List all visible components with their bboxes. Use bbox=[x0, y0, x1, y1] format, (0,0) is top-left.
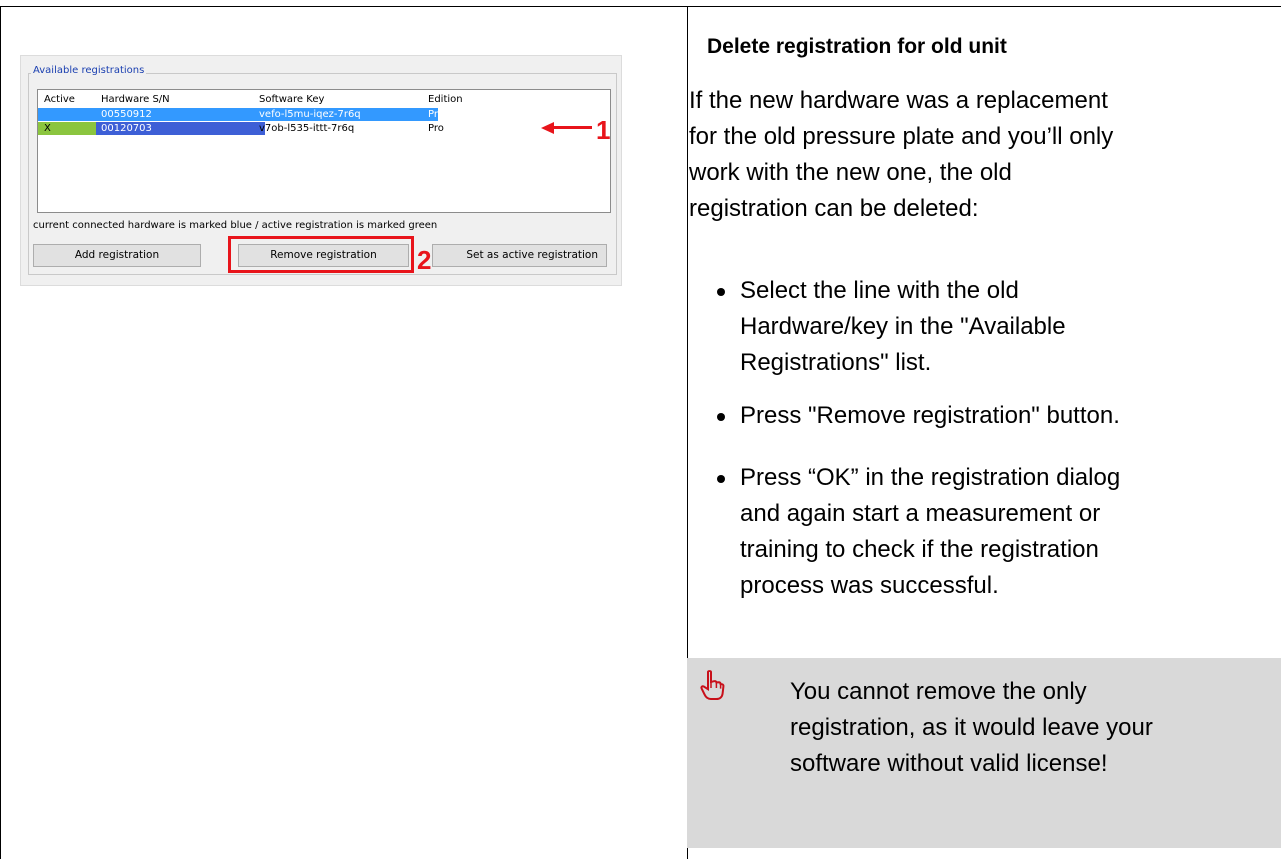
bullet-line: Select the line with the old bbox=[740, 277, 1019, 304]
row-software-key: v7ob-l535-ittt-7r6q bbox=[259, 123, 355, 134]
remove-button-highlight bbox=[228, 236, 414, 273]
column-header-edition[interactable]: Edition bbox=[428, 93, 463, 106]
list-row-selected[interactable]: 00550912 vefo-l5mu-iqez-7r6q Pro bbox=[38, 108, 444, 121]
step-marker-1: 1 bbox=[596, 115, 611, 145]
row-hardware-sn: 00120703 bbox=[96, 122, 265, 135]
intro-line: work with the new one, the old bbox=[689, 159, 1012, 186]
note-line: You cannot remove the only bbox=[790, 678, 1087, 705]
bullet-line: Registrations" list. bbox=[740, 349, 932, 376]
list-item: Press "Remove registration" button. bbox=[689, 398, 1120, 434]
annotation-arrow-icon bbox=[541, 122, 554, 134]
list-header: Active Hardware S/N Software Key Edition bbox=[38, 93, 610, 106]
color-legend-hint: current connected hardware is marked blu… bbox=[33, 220, 438, 231]
set-active-registration-button[interactable]: Set as active registration bbox=[432, 244, 607, 267]
step-marker-2: 2 bbox=[417, 245, 432, 275]
bullet-line: Hardware/key in the "Available bbox=[740, 313, 1066, 340]
page-border-left bbox=[0, 6, 1, 859]
bullet-line: training to check if the registration bbox=[740, 536, 1099, 563]
intro-line: for the old pressure plate and you’ll on… bbox=[689, 123, 1114, 150]
list-row-active[interactable]: X 00120703 v7ob-l535-ittt-7r6q Pro bbox=[38, 122, 444, 135]
bullet-icon bbox=[717, 475, 725, 483]
row-active-cell: X bbox=[38, 122, 96, 135]
annotation-arrow-shaft bbox=[552, 126, 592, 129]
row-edition: Pro bbox=[428, 123, 444, 134]
row-edition: Pro bbox=[428, 109, 444, 120]
note-line: registration, as it would leave your bbox=[790, 714, 1153, 741]
registrations-list[interactable]: Active Hardware S/N Software Key Edition… bbox=[37, 89, 611, 213]
intro-paragraph: If the new hardware was a replacement fo… bbox=[689, 83, 1269, 227]
intro-line: registration can be deleted: bbox=[689, 195, 979, 222]
note-line: software without valid license! bbox=[790, 750, 1108, 777]
bullet-line: process was successful. bbox=[740, 572, 999, 599]
bullet-line: Press "Remove registration" button. bbox=[740, 402, 1120, 429]
bullet-icon bbox=[717, 288, 725, 296]
row-hardware-sn: 00550912 bbox=[101, 109, 152, 120]
list-item: Press “OK” in the registration dialog an… bbox=[689, 460, 1120, 604]
note-text: You cannot remove the only registration,… bbox=[790, 674, 1153, 782]
bullet-icon bbox=[717, 413, 725, 421]
bullet-line: Press “OK” in the registration dialog bbox=[740, 464, 1121, 491]
column-header-software-key[interactable]: Software Key bbox=[259, 93, 324, 106]
page-border-top bbox=[0, 6, 1281, 7]
column-header-hardware-sn[interactable]: Hardware S/N bbox=[96, 93, 170, 106]
group-title: Available registrations bbox=[31, 65, 147, 77]
note-box: You cannot remove the only registration,… bbox=[687, 658, 1281, 848]
bullet-line: and again start a measurement or bbox=[740, 500, 1101, 527]
section-heading: Delete registration for old unit bbox=[707, 35, 1007, 58]
intro-line: If the new hardware was a replacement bbox=[689, 87, 1108, 114]
pointing-hand-icon bbox=[700, 670, 725, 700]
add-registration-button[interactable]: Add registration bbox=[33, 244, 201, 267]
column-header-active[interactable]: Active bbox=[44, 93, 75, 106]
registrations-screenshot: Available registrations Active Hardware … bbox=[20, 55, 622, 286]
row-software-key: vefo-l5mu-iqez-7r6q bbox=[259, 109, 361, 120]
list-item: Select the line with the old Hardware/ke… bbox=[689, 273, 1066, 381]
